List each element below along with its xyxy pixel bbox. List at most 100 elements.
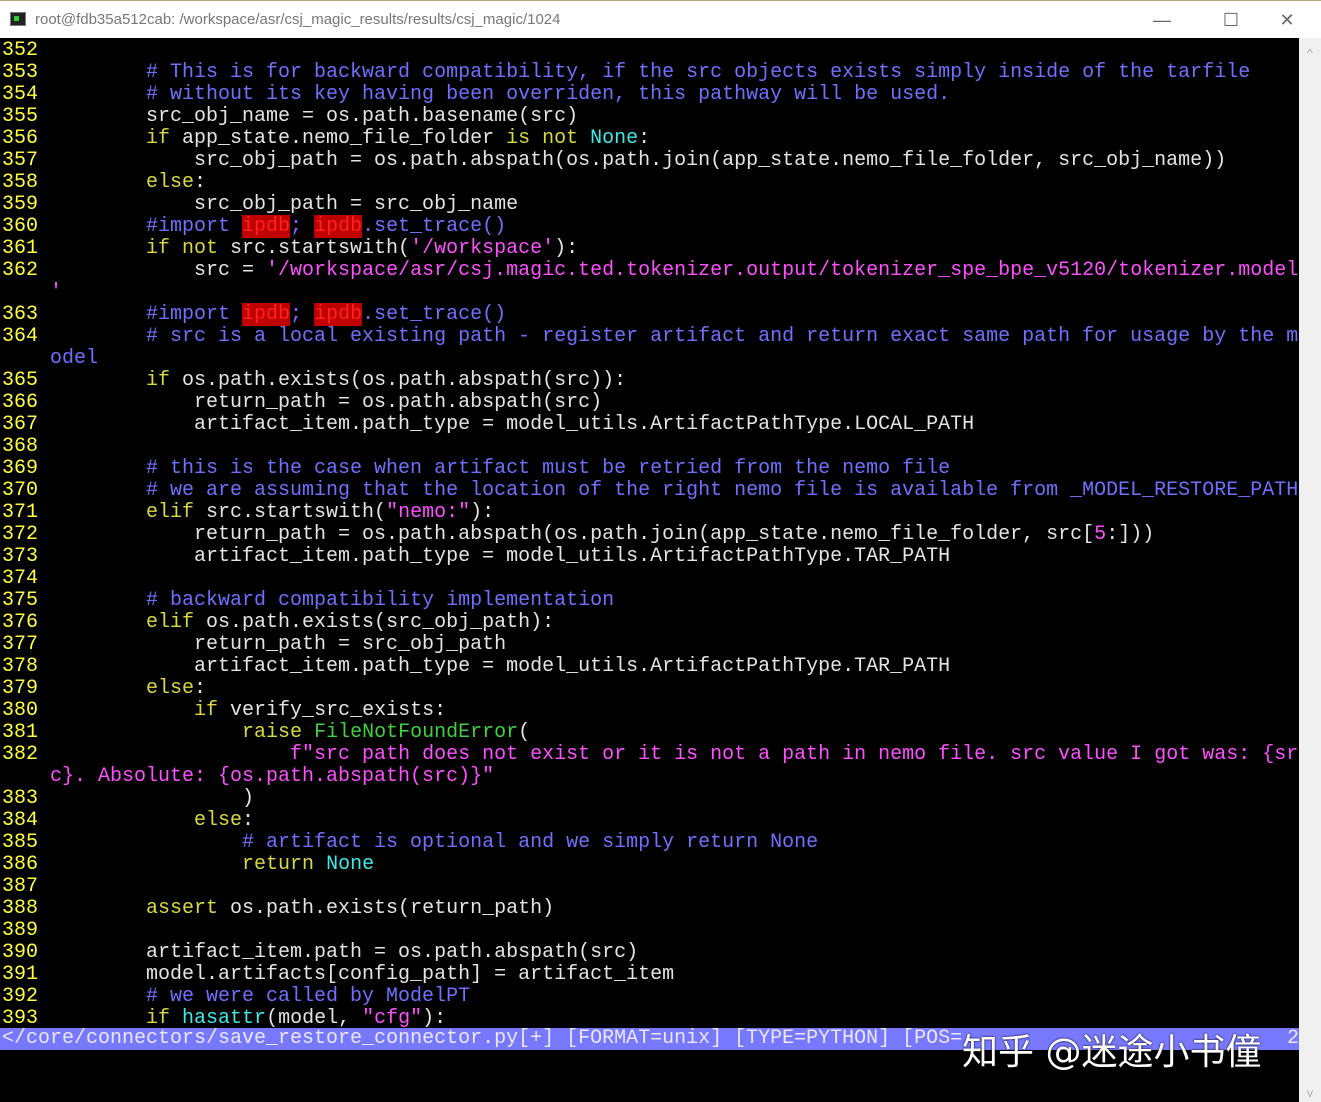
line-number: 373 <box>2 545 39 568</box>
comment: # This is for backward compatibility, if… <box>146 61 1251 84</box>
scrollbar[interactable]: ^ v <box>1299 38 1321 1102</box>
search-match: ipdb <box>314 215 363 238</box>
line-number: 366 <box>2 391 39 414</box>
code-text: verify_src_exists: <box>218 699 447 722</box>
code-text: : <box>638 127 651 150</box>
code-line: 365 if os.path.exists(os.path.abspath(sr… <box>2 370 626 392</box>
close-button[interactable]: ✕ <box>1264 1 1310 39</box>
code-text: artifact_item.path_type = model_utils.Ar… <box>50 655 951 678</box>
line-number: 352 <box>2 39 39 62</box>
keyword: assert <box>146 897 219 920</box>
search-match: ipdb <box>242 303 291 326</box>
line-number: 353 <box>2 61 39 84</box>
watermark: 知乎 @迷途小书僮 <box>962 1032 1262 1073</box>
code-text: ): <box>554 237 579 260</box>
code-line: 367 artifact_item.path_type = model_util… <box>2 414 974 436</box>
builtin: None <box>590 127 639 150</box>
code-text: os.path.exists(os.path.abspath(src)): <box>170 369 627 392</box>
line-number: 377 <box>2 633 39 656</box>
line-number: 358 <box>2 171 39 194</box>
line-number: 387 <box>2 875 39 898</box>
comment: ; <box>290 303 315 326</box>
code-line: 378 artifact_item.path_type = model_util… <box>2 656 950 678</box>
code-line: 354 # without its key having been overri… <box>2 84 950 106</box>
line-number: 392 <box>2 985 39 1008</box>
title-bar: root@fdb35a512cab: /workspace/asr/csj_ma… <box>0 0 1321 38</box>
code-line: 357 src_obj_path = os.path.abspath(os.pa… <box>2 150 1226 172</box>
string-literal: '/workspace/asr/csj.magic.ted.tokenizer.… <box>266 259 1299 282</box>
line-number: 378 <box>2 655 39 678</box>
comment: odel <box>50 347 99 370</box>
line-number: 361 <box>2 237 39 260</box>
code-line: 385 # artifact is optional and we simply… <box>2 832 818 854</box>
code-line: c}. Absolute: {os.path.abspath(src)}" <box>2 766 494 788</box>
comment: .set_trace() <box>362 303 507 326</box>
code-text: os.path.exists(src_obj_path): <box>194 611 555 634</box>
code-line: 392 # we were called by ModelPT <box>2 986 470 1008</box>
line-number: 357 <box>2 149 39 172</box>
code-text: src.startswith( <box>218 237 411 260</box>
code-text: src_obj_path = os.path.abspath(os.path.j… <box>50 149 1227 172</box>
code-line: 356 if app_state.nemo_file_folder is not… <box>2 128 650 150</box>
code-line: 355 src_obj_name = os.path.basename(src) <box>2 106 578 128</box>
search-match: ipdb <box>314 303 363 326</box>
comment: # without its key having been overriden,… <box>146 83 951 106</box>
code-text: artifact_item.path_type = model_utils.Ar… <box>50 545 951 568</box>
code-line: ' <box>2 282 62 304</box>
line-number: 363 <box>2 303 39 326</box>
code-line: 360 #import ipdb; ipdb.set_trace() <box>2 215 506 238</box>
keyword: is not <box>506 127 579 150</box>
line-number: 372 <box>2 523 39 546</box>
code-line: 384 else: <box>2 810 254 832</box>
code-line: 373 artifact_item.path_type = model_util… <box>2 546 950 568</box>
line-number: 376 <box>2 611 39 634</box>
code-line: 366 return_path = os.path.abspath(src) <box>2 392 602 414</box>
minimize-button[interactable]: — <box>1139 1 1185 39</box>
code-line: 374 <box>2 568 50 590</box>
code-line: 375 # backward compatibility implementat… <box>2 590 614 612</box>
code-line: 369 # this is the case when artifact mus… <box>2 458 950 480</box>
code-line: 379 else: <box>2 678 206 700</box>
scroll-up-icon[interactable]: ^ <box>1299 46 1321 60</box>
search-match: ipdb <box>242 215 291 238</box>
maximize-button[interactable]: ☐ <box>1208 1 1254 39</box>
code-text: : <box>194 171 207 194</box>
keyword: else <box>146 171 195 194</box>
keyword: else <box>194 809 243 832</box>
line-number: 370 <box>2 479 39 502</box>
line-number: 379 <box>2 677 39 700</box>
keyword: return <box>242 853 315 876</box>
code-text: model.artifacts[config_path] = artifact_… <box>50 963 675 986</box>
comment: #import <box>146 303 243 326</box>
code-line: 376 elif os.path.exists(src_obj_path): <box>2 612 554 634</box>
window-title: root@fdb35a512cab: /workspace/asr/csj_ma… <box>35 11 561 28</box>
code-text: app_state.nemo_file_folder <box>170 127 507 150</box>
scroll-down-icon[interactable]: v <box>1299 1086 1321 1100</box>
comment: # we are assuming that the location of t… <box>146 479 1299 502</box>
status-text: </core/connectors/save_restore_connector… <box>2 1027 963 1050</box>
builtin: None <box>326 853 375 876</box>
comment: # artifact is optional and we simply ret… <box>242 831 819 854</box>
line-number: 388 <box>2 897 39 920</box>
code-text: ( <box>518 721 531 744</box>
terminal-editor[interactable]: 352 353 # This is for backward compatibil… <box>0 38 1299 1102</box>
keyword: if <box>146 369 171 392</box>
code-line: 382 f"src path does not exist or it is n… <box>2 744 1298 766</box>
line-number: 360 <box>2 215 39 238</box>
code-line: 361 if not src.startswith('/workspace'): <box>2 238 578 260</box>
code-text: src_obj_name = os.path.basename(src) <box>50 105 579 128</box>
keyword: if <box>146 127 171 150</box>
